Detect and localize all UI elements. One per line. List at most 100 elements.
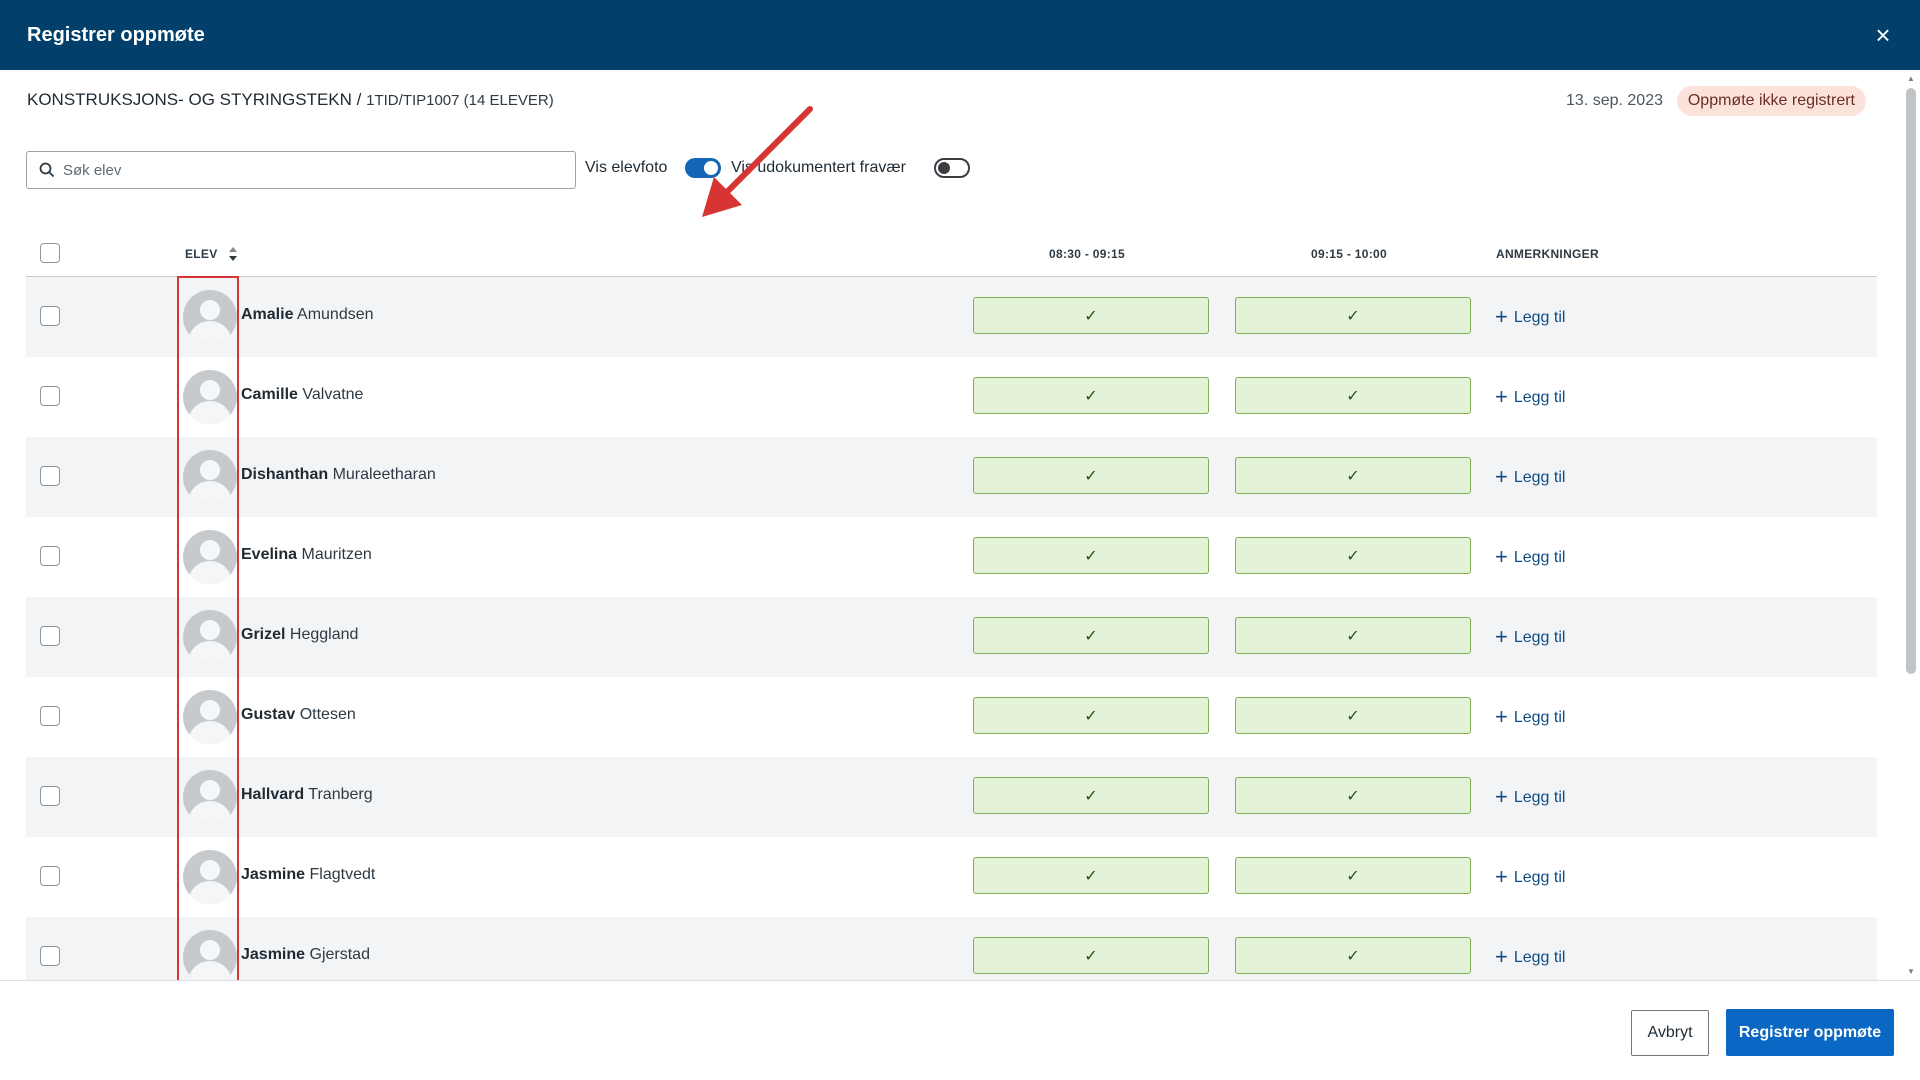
sort-icon[interactable] <box>228 246 238 262</box>
search-icon <box>39 162 55 178</box>
column-slot1: 08:30 - 09:15 <box>1049 247 1125 261</box>
row-checkbox[interactable] <box>40 786 60 806</box>
attendance-slot1[interactable]: ✓ <box>973 697 1209 734</box>
photo-highlight-box <box>177 276 239 987</box>
attendance-slot2[interactable]: ✓ <box>1235 937 1471 974</box>
check-icon: ✓ <box>1084 547 1098 565</box>
student-name[interactable]: Camille Valvatne <box>241 386 363 404</box>
check-icon: ✓ <box>1084 947 1098 965</box>
row-checkbox[interactable] <box>40 706 60 726</box>
course-separator: / <box>351 90 367 109</box>
annotation-arrow-icon <box>702 106 813 217</box>
scroll-down-icon[interactable]: ▼ <box>1906 967 1916 976</box>
table-row: Grizel Heggland ✓ ✓ + Legg til <box>26 597 1877 677</box>
row-checkbox[interactable] <box>40 546 60 566</box>
student-name[interactable]: Amalie Amundsen <box>241 306 374 324</box>
add-remark-button[interactable]: + Legg til <box>1495 624 1565 650</box>
add-remark-button[interactable]: + Legg til <box>1495 384 1565 410</box>
attendance-slot1[interactable]: ✓ <box>973 377 1209 414</box>
dialog-title: Registrer oppmøte <box>27 23 205 46</box>
close-icon[interactable]: × <box>1868 20 1898 50</box>
search-box[interactable] <box>26 151 576 189</box>
plus-icon: + <box>1495 944 1508 969</box>
check-icon: ✓ <box>1084 707 1098 725</box>
row-checkbox[interactable] <box>40 306 60 326</box>
attendance-slot2[interactable]: ✓ <box>1235 457 1471 494</box>
attendance-slot2[interactable]: ✓ <box>1235 857 1471 894</box>
course-group: 1TID/TIP1007 (14 ELEVER) <box>366 92 554 109</box>
plus-icon: + <box>1495 384 1508 409</box>
row-checkbox[interactable] <box>40 626 60 646</box>
attendance-slot1[interactable]: ✓ <box>973 937 1209 974</box>
cancel-button[interactable]: Avbryt <box>1631 1010 1709 1056</box>
photo-toggle-label: Vis elevfoto <box>585 159 668 176</box>
attendance-slot1[interactable]: ✓ <box>973 297 1209 334</box>
lesson-date: 13. sep. 2023 <box>1566 92 1663 109</box>
status-badge: Oppmøte ikke registrert <box>1676 86 1866 116</box>
student-name[interactable]: Gustav Ottesen <box>241 706 356 724</box>
plus-icon: + <box>1495 544 1508 569</box>
attendance-slot1[interactable]: ✓ <box>973 457 1209 494</box>
student-name[interactable]: Evelina Mauritzen <box>241 546 372 564</box>
check-icon: ✓ <box>1346 547 1360 565</box>
student-name[interactable]: Dishanthan Muraleetharan <box>241 466 436 484</box>
course-name: KONSTRUKSJONS- OG STYRINGSTEKN <box>27 90 352 109</box>
table-row: Gustav Ottesen ✓ ✓ + Legg til <box>26 677 1877 757</box>
check-icon: ✓ <box>1084 627 1098 645</box>
row-checkbox[interactable] <box>40 866 60 886</box>
table-row: Evelina Mauritzen ✓ ✓ + Legg til <box>26 517 1877 597</box>
student-name[interactable]: Jasmine Flagtvedt <box>241 866 375 884</box>
undocumented-toggle[interactable] <box>934 158 970 178</box>
row-checkbox[interactable] <box>40 946 60 966</box>
add-remark-button[interactable]: + Legg til <box>1495 944 1565 970</box>
add-remark-button[interactable]: + Legg til <box>1495 464 1565 490</box>
attendance-slot2[interactable]: ✓ <box>1235 697 1471 734</box>
search-input[interactable] <box>63 161 543 179</box>
check-icon: ✓ <box>1346 947 1360 965</box>
scrollbar-thumb[interactable] <box>1906 88 1916 674</box>
attendance-slot2[interactable]: ✓ <box>1235 377 1471 414</box>
plus-icon: + <box>1495 464 1508 489</box>
plus-icon: + <box>1495 784 1508 809</box>
table-header: ELEV 08:30 - 09:15 09:15 - 10:00 ANMERKN… <box>26 232 1877 277</box>
scroll-up-icon[interactable]: ▲ <box>1906 74 1916 83</box>
table-row: Jasmine Flagtvedt ✓ ✓ + Legg til <box>26 837 1877 917</box>
plus-icon: + <box>1495 704 1508 729</box>
add-remark-button[interactable]: + Legg til <box>1495 864 1565 890</box>
check-icon: ✓ <box>1346 627 1360 645</box>
check-icon: ✓ <box>1346 867 1360 885</box>
add-remark-button[interactable]: + Legg til <box>1495 544 1565 570</box>
add-remark-button[interactable]: + Legg til <box>1495 704 1565 730</box>
column-student[interactable]: ELEV <box>185 247 218 261</box>
attendance-slot2[interactable]: ✓ <box>1235 297 1471 334</box>
dialog-header: Registrer oppmøte × <box>0 0 1920 70</box>
table-row: Amalie Amundsen ✓ ✓ + Legg til <box>26 277 1877 357</box>
check-icon: ✓ <box>1084 467 1098 485</box>
student-name[interactable]: Hallvard Tranberg <box>241 786 373 804</box>
toggle-knob <box>938 162 950 174</box>
scrollbar[interactable]: ▲ ▼ <box>1904 72 1918 978</box>
student-name[interactable]: Jasmine Gjerstad <box>241 946 370 964</box>
table-row: Hallvard Tranberg ✓ ✓ + Legg til <box>26 757 1877 837</box>
student-name[interactable]: Grizel Heggland <box>241 626 358 644</box>
attendance-slot1[interactable]: ✓ <box>973 857 1209 894</box>
add-remark-button[interactable]: + Legg til <box>1495 304 1565 330</box>
plus-icon: + <box>1495 864 1508 889</box>
register-button[interactable]: Registrer oppmøte <box>1726 1009 1894 1056</box>
attendance-slot2[interactable]: ✓ <box>1235 537 1471 574</box>
attendance-slot2[interactable]: ✓ <box>1235 617 1471 654</box>
add-remark-button[interactable]: + Legg til <box>1495 784 1565 810</box>
check-icon: ✓ <box>1084 307 1098 325</box>
column-slot2: 09:15 - 10:00 <box>1311 247 1387 261</box>
row-checkbox[interactable] <box>40 466 60 486</box>
row-checkbox[interactable] <box>40 386 60 406</box>
attendance-slot1[interactable]: ✓ <box>973 617 1209 654</box>
table-row: Dishanthan Muraleetharan ✓ ✓ + Legg til <box>26 437 1877 517</box>
check-icon: ✓ <box>1084 387 1098 405</box>
check-icon: ✓ <box>1084 867 1098 885</box>
attendance-slot2[interactable]: ✓ <box>1235 777 1471 814</box>
attendance-slot1[interactable]: ✓ <box>973 777 1209 814</box>
select-all-checkbox[interactable] <box>40 243 60 263</box>
attendance-slot1[interactable]: ✓ <box>973 537 1209 574</box>
plus-icon: + <box>1495 304 1508 329</box>
